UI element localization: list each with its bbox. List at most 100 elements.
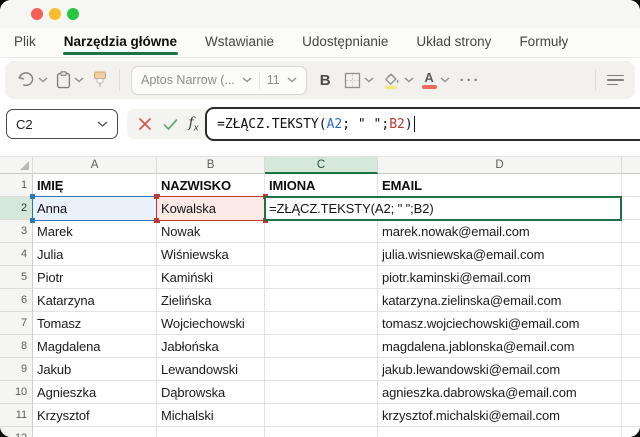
chevron-down-icon[interactable] [242,77,252,83]
column-header-c[interactable]: C [265,157,378,174]
cell[interactable]: julia.wisniewska@email.com [378,243,622,266]
tab-3[interactable]: Udostępnianie [302,28,388,56]
tab-0[interactable]: Plik [14,28,36,56]
chevron-down-icon[interactable] [38,77,48,83]
undo-button[interactable] [16,72,48,89]
cell[interactable] [622,427,640,437]
borders-button[interactable] [344,72,374,89]
font-name-select[interactable]: Aptos Narrow (... [141,73,235,87]
cell[interactable] [265,427,378,437]
row-header[interactable]: 12 [0,427,33,437]
tab-1[interactable]: Narzędzia główne [64,28,177,56]
name-box[interactable]: C2 [6,109,118,139]
referenced-cell-a2[interactable]: Anna [32,196,158,221]
cell[interactable] [157,427,265,437]
row-header[interactable]: 11 [0,404,33,427]
paste-button[interactable] [56,71,84,89]
cell[interactable]: tomasz.wojciechowski@email.com [378,312,622,335]
cell[interactable]: IMIĘ [33,174,157,197]
row-header[interactable]: 5 [0,266,33,289]
cell[interactable] [622,220,640,243]
cell[interactable]: Kamiński [157,266,265,289]
cell[interactable]: Lewandowski [157,358,265,381]
formula-input[interactable]: =ZŁĄCZ.TEKSTY(A2; " ";B2) [205,107,640,141]
column-header-e[interactable] [622,157,640,174]
chevron-down-icon[interactable] [364,77,374,83]
cell[interactable] [622,404,640,427]
cell[interactable]: Tomasz [33,312,157,335]
cell[interactable] [622,335,640,358]
row-header[interactable]: 10 [0,381,33,404]
cell[interactable]: Jabłońska [157,335,265,358]
close-window-button[interactable] [31,8,43,20]
cell[interactable]: EMAIL [378,174,622,197]
active-cell-c2-editing[interactable]: =ZŁĄCZ.TEKSTY(A2; " ";B2) [264,196,622,221]
cell[interactable]: Wojciechowski [157,312,265,335]
tab-2[interactable]: Wstawianie [205,28,274,56]
cell[interactable] [622,289,640,312]
format-painter-button[interactable] [92,71,108,89]
zoom-window-button[interactable] [67,8,79,20]
cell[interactable] [622,197,640,220]
cell[interactable]: Michalski [157,404,265,427]
cell[interactable] [622,358,640,381]
cell[interactable]: Jakub [33,358,157,381]
fill-color-button[interactable] [382,71,414,90]
chevron-down-icon[interactable] [74,77,84,83]
cell[interactable] [265,335,378,358]
cell[interactable]: katarzyna.zielinska@email.com [378,289,622,312]
row-header[interactable]: 9 [0,358,33,381]
enter-check-icon[interactable] [163,118,178,131]
cell[interactable]: krzysztof.michalski@email.com [378,404,622,427]
cell[interactable]: NAZWISKO [157,174,265,197]
cell[interactable]: Zielińska [157,289,265,312]
row-header[interactable]: 4 [0,243,33,266]
column-header-d[interactable]: D [378,157,622,174]
cell[interactable] [622,381,640,404]
font-color-button[interactable]: A [422,72,450,89]
cell[interactable] [622,174,640,197]
cell[interactable] [265,381,378,404]
minimize-window-button[interactable] [49,8,61,20]
cell[interactable] [265,243,378,266]
cell[interactable]: piotr.kaminski@email.com [378,266,622,289]
cell[interactable]: marek.nowak@email.com [378,220,622,243]
cell[interactable] [622,243,640,266]
chevron-down-icon[interactable] [440,77,450,83]
cell[interactable]: Nowak [157,220,265,243]
more-options-button[interactable]: ··· [460,72,481,89]
cancel-icon[interactable] [138,117,152,131]
cell[interactable]: Julia [33,243,157,266]
tab-4[interactable]: Układ strony [416,28,491,56]
row-header[interactable]: 2 [0,197,33,220]
cell[interactable]: Piotr [33,266,157,289]
cell[interactable] [265,220,378,243]
alignment-button[interactable] [607,75,624,86]
select-all-corner[interactable] [0,157,33,174]
cell[interactable] [33,427,157,437]
cell[interactable]: Wiśniewska [157,243,265,266]
cell[interactable]: Dąbrowska [157,381,265,404]
chevron-down-icon[interactable] [287,77,297,83]
cell[interactable] [265,289,378,312]
cell[interactable]: Marek [33,220,157,243]
column-header-b[interactable]: B [157,157,265,174]
cell[interactable]: Magdalena [33,335,157,358]
cell[interactable] [265,266,378,289]
cell[interactable] [378,427,622,437]
cell[interactable] [622,266,640,289]
chevron-down-icon[interactable] [404,77,414,83]
row-header[interactable]: 7 [0,312,33,335]
chevron-down-icon[interactable] [97,121,108,128]
cell[interactable] [265,404,378,427]
cell[interactable]: magdalena.jablonska@email.com [378,335,622,358]
cell[interactable]: Agnieszka [33,381,157,404]
cell[interactable] [265,358,378,381]
cell[interactable]: Katarzyna [33,289,157,312]
row-header[interactable]: 1 [0,174,33,197]
referenced-cell-b2[interactable]: Kowalska [156,196,266,221]
insert-function-icon[interactable]: fx [189,115,199,134]
row-header[interactable]: 3 [0,220,33,243]
bold-button[interactable]: B [320,72,331,89]
row-header[interactable]: 8 [0,335,33,358]
